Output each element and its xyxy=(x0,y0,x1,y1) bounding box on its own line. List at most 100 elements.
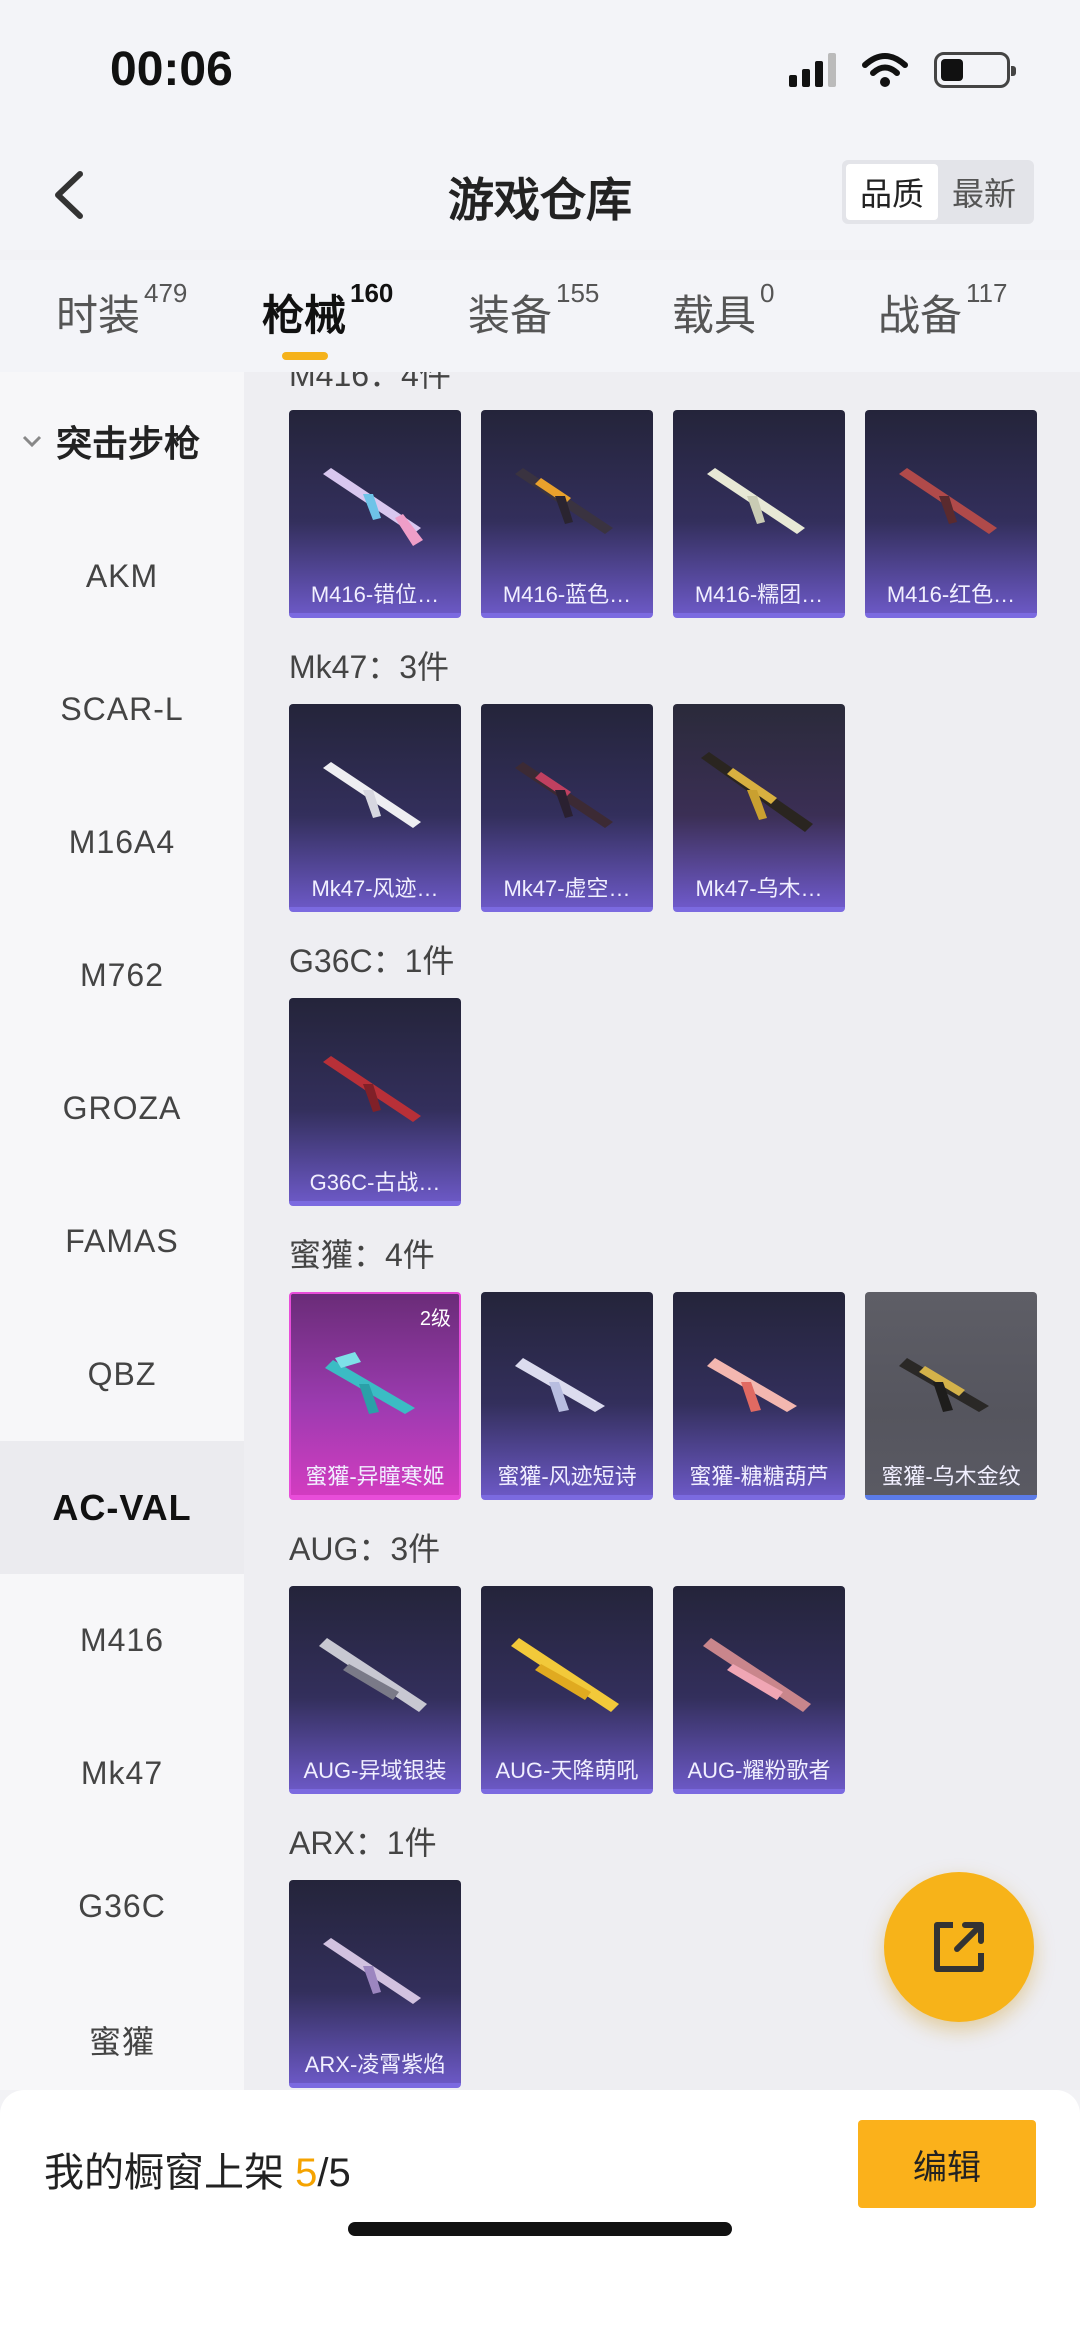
sidebar-item-akm[interactable]: AKM xyxy=(0,510,244,643)
skin-card[interactable]: M416-红色… xyxy=(865,410,1037,618)
skin-name: 蜜獾-异瞳寒姬 xyxy=(305,1464,445,1489)
weapon-skin-image xyxy=(701,752,813,832)
weapon-grid: M416：4件 M416-错位… M416-蓝色… M416-糯团… M416-… xyxy=(244,372,1080,2090)
sidebar-item-famas[interactable]: FAMAS xyxy=(0,1175,244,1308)
tab-label: 载具 xyxy=(672,292,757,339)
weapon-skin-image xyxy=(323,1056,421,1122)
skin-card[interactable]: AUG-耀粉歌者 xyxy=(673,1586,845,1794)
tab-label: 装备 xyxy=(468,292,553,339)
weapon-skin-image xyxy=(515,762,613,828)
skin-card[interactable]: ARX-凌霄紫焰 xyxy=(289,1880,461,2088)
tab-count: 479 xyxy=(144,278,188,308)
sidebar-item-m16a4[interactable]: M16A4 xyxy=(0,776,244,909)
category-tabs: 时装 479 枪械 160 装备 155 载具 0 战备 117 xyxy=(0,260,1080,372)
skin-name: Mk47-风迹… xyxy=(311,876,439,901)
wifi-icon xyxy=(862,53,908,87)
showcase-status: 我的橱窗上架 5/5 xyxy=(44,2140,351,2198)
tab-count: 117 xyxy=(966,278,1008,308)
sidebar-category-label: 突击步枪 xyxy=(56,423,201,464)
skin-name: M416-蓝色… xyxy=(502,582,632,607)
tab-label: 时装 xyxy=(56,292,141,339)
battery-icon xyxy=(934,52,1016,88)
sort-toggle: 品质 最新 xyxy=(842,160,1034,224)
weapon-skin-image xyxy=(899,1358,989,1412)
tab-supplies[interactable]: 战备 117 xyxy=(878,278,1007,343)
tab-vehicles[interactable]: 载具 0 xyxy=(672,278,774,343)
skin-card[interactable]: Mk47-风迹… xyxy=(289,704,461,912)
skin-name: M416-红色… xyxy=(886,582,1016,607)
sidebar-item-m416[interactable]: M416 xyxy=(0,1574,244,1707)
sidebar-item-honey-badger[interactable]: 蜜獾 xyxy=(0,1973,244,2090)
skin-name: Mk47-虚空… xyxy=(503,876,631,901)
weapon-skin-image xyxy=(899,468,997,534)
skin-name: AUG-异域银装 xyxy=(303,1758,447,1783)
skin-card[interactable]: M416-糯团… xyxy=(673,410,845,618)
home-indicator[interactable] xyxy=(348,2222,732,2236)
skin-name: Mk47-乌木… xyxy=(695,876,823,901)
weapon-skin-image xyxy=(323,468,423,546)
status-time: 00:06 xyxy=(110,43,233,96)
skin-card[interactable]: 2级 蜜獾-异瞳寒姬 xyxy=(289,1292,461,1500)
sidebar-item-groza[interactable]: GROZA xyxy=(0,1042,244,1175)
skin-card[interactable]: Mk47-虚空… xyxy=(481,704,653,912)
weapon-skin-image xyxy=(515,1358,605,1412)
weapon-sidebar: 突击步枪 AKM SCAR-L M16A4 M762 GROZA FAMAS Q… xyxy=(0,372,244,2090)
tab-count: 155 xyxy=(556,278,600,308)
weapon-skin-image xyxy=(511,1638,619,1712)
tab-count: 160 xyxy=(350,278,394,308)
showcase-current-count: 5 xyxy=(295,2151,318,2195)
edit-button[interactable]: 编辑 xyxy=(858,2120,1036,2208)
skin-name: M416-错位… xyxy=(310,582,440,607)
sort-quality-button[interactable]: 品质 xyxy=(846,164,938,220)
skin-card[interactable]: M416-错位… xyxy=(289,410,461,618)
sidebar-item-qbz[interactable]: QBZ xyxy=(0,1308,244,1441)
group-label-aug: AUG：3件 xyxy=(289,1531,441,1567)
back-button[interactable] xyxy=(36,160,106,230)
weapon-skin-image xyxy=(515,468,613,534)
skin-card[interactable]: 蜜獾-乌木金纹 xyxy=(865,1292,1037,1500)
tab-label: 枪械 xyxy=(262,292,347,339)
tab-equipment[interactable]: 装备 155 xyxy=(468,278,599,343)
group-label-m416: M416：4件 xyxy=(289,372,451,393)
skin-name: AUG-天降萌吼 xyxy=(495,1758,639,1783)
weapon-skin-image xyxy=(325,1352,415,1414)
skin-name: AUG-耀粉歌者 xyxy=(687,1758,831,1783)
skin-name: ARX-凌霄紫焰 xyxy=(304,2052,446,2077)
signal-icon xyxy=(789,53,836,87)
skin-card[interactable]: Mk47-乌木… xyxy=(673,704,845,912)
skin-card[interactable]: M416-蓝色… xyxy=(481,410,653,618)
group-label-honey-badger: 蜜獾：4件 xyxy=(289,1237,435,1273)
chevron-down-icon xyxy=(22,435,42,448)
sidebar-item-mk47[interactable]: Mk47 xyxy=(0,1707,244,1840)
skin-card[interactable]: AUG-天降萌吼 xyxy=(481,1586,653,1794)
group-label-arx: ARX：1件 xyxy=(289,1825,437,1861)
sidebar-item-scar-l[interactable]: SCAR-L xyxy=(0,643,244,776)
skin-name: 蜜獾-乌木金纹 xyxy=(881,1464,1021,1489)
tab-fashion[interactable]: 时装 479 xyxy=(56,278,187,343)
showcase-total-count: /5 xyxy=(317,2151,351,2195)
chevron-left-icon xyxy=(55,171,83,219)
weapon-skin-image xyxy=(319,1638,427,1712)
sidebar-item-g36c[interactable]: G36C xyxy=(0,1840,244,1973)
weapon-skin-image xyxy=(703,1638,811,1712)
group-label-mk47: Mk47：3件 xyxy=(289,649,450,685)
skin-card[interactable]: 蜜獾-糖糖葫芦 xyxy=(673,1292,845,1500)
skin-card[interactable]: AUG-异域银装 xyxy=(289,1586,461,1794)
header: 游戏仓库 品质 最新 xyxy=(0,140,1080,250)
weapon-skin-image xyxy=(707,1358,797,1412)
share-button[interactable] xyxy=(884,1872,1034,2022)
sort-newest-button[interactable]: 最新 xyxy=(938,164,1030,220)
sidebar-item-ac-val[interactable]: AC-VAL xyxy=(0,1441,244,1574)
sidebar-category-assault-rifle[interactable]: 突击步枪 xyxy=(0,372,244,510)
status-bar: 00:06 xyxy=(0,0,1080,140)
sidebar-item-m762[interactable]: M762 xyxy=(0,909,244,1042)
skin-card[interactable]: 蜜獾-风迹短诗 xyxy=(481,1292,653,1500)
skin-card[interactable]: G36C-古战… xyxy=(289,998,461,1206)
tab-label: 战备 xyxy=(878,292,963,339)
showcase-label: 我的橱窗上架 xyxy=(44,2151,284,2195)
skin-name: M416-糯团… xyxy=(694,582,824,607)
weapon-skin-image xyxy=(323,762,421,828)
skin-name: 蜜獾-糖糖葫芦 xyxy=(689,1464,829,1489)
skin-name: G36C-古战… xyxy=(309,1170,441,1195)
tab-firearms[interactable]: 枪械 160 xyxy=(262,278,393,343)
